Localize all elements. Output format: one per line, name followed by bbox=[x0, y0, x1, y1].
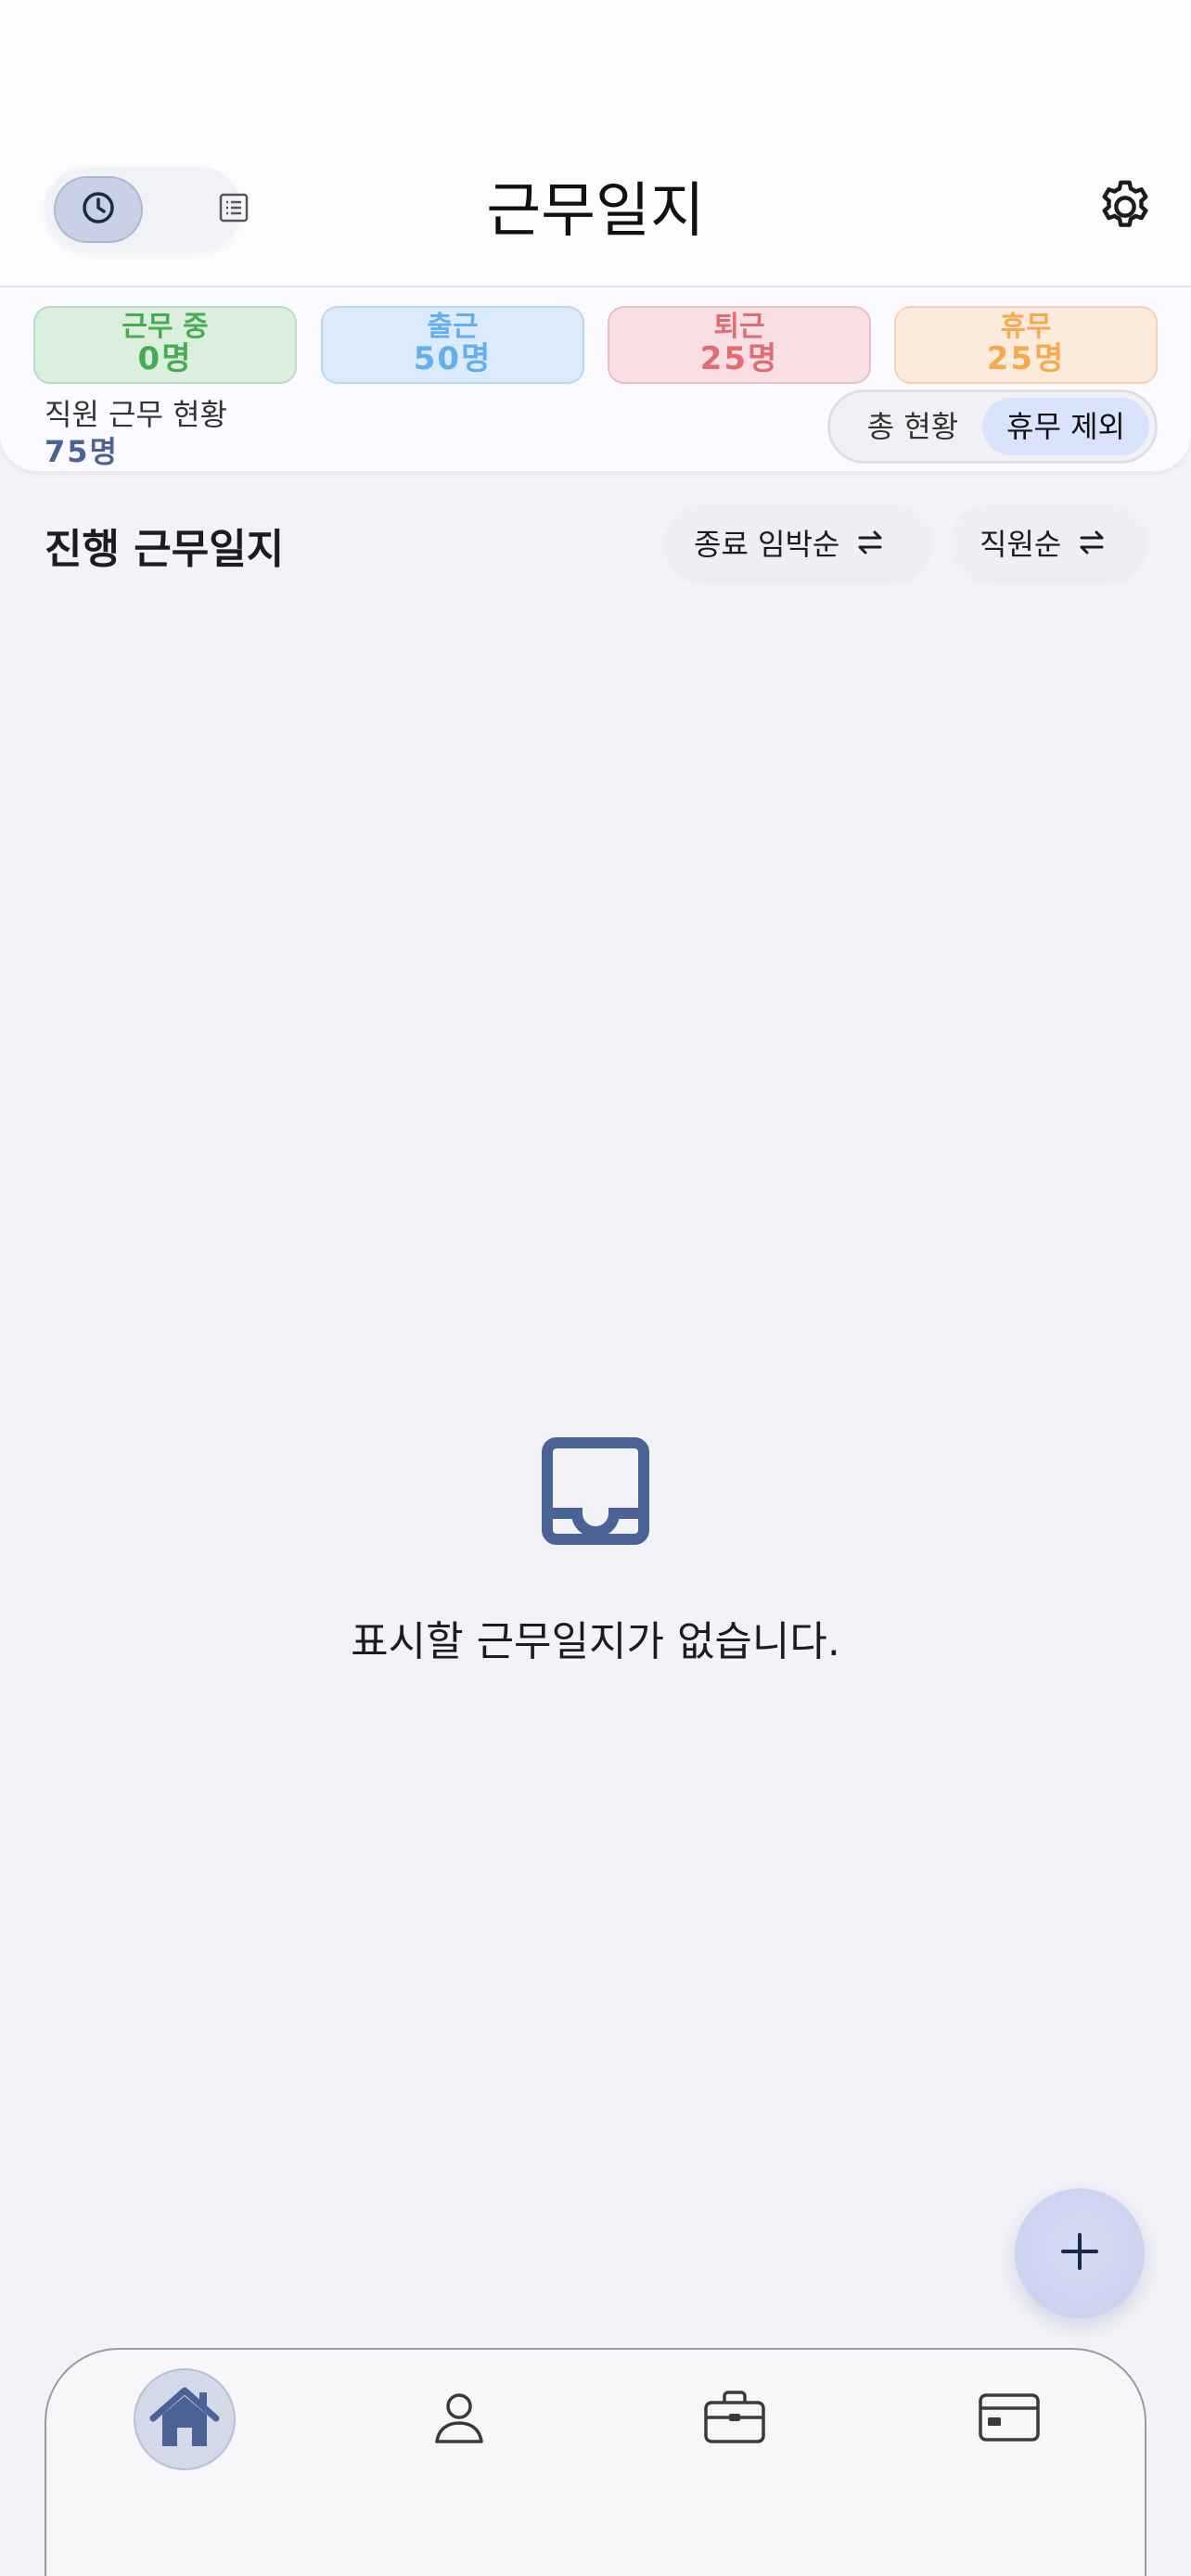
status-working-badge[interactable]: 근무 중 0명 bbox=[33, 306, 297, 384]
tab-profile[interactable] bbox=[408, 2368, 510, 2470]
status-label: 출근 bbox=[427, 311, 479, 343]
page-title: 근무일지 bbox=[486, 177, 705, 246]
status-panel: 근무 중 0명 출근 50명 퇴근 25명 휴무 25명 직원 근무 현황 75… bbox=[0, 286, 1191, 471]
add-worklog-button[interactable] bbox=[1015, 2188, 1145, 2318]
segment-exclude-day-off[interactable]: 휴무 제외 bbox=[982, 398, 1149, 455]
sort-by-staff-button[interactable]: 직원순 bbox=[952, 504, 1146, 580]
swap-arrows-icon bbox=[854, 529, 886, 556]
card-icon bbox=[977, 2391, 1042, 2447]
status-clock-out-badge[interactable]: 퇴근 25명 bbox=[608, 306, 871, 384]
person-icon bbox=[429, 2388, 489, 2451]
tab-work[interactable] bbox=[684, 2368, 786, 2470]
sort-label: 직원순 bbox=[980, 527, 1062, 562]
empty-state-message: 표시할 근무일지가 없습니다. bbox=[351, 1618, 840, 1665]
status-count: 50명 bbox=[413, 340, 493, 377]
tab-payment[interactable] bbox=[958, 2368, 1060, 2470]
swap-arrows-icon bbox=[1076, 529, 1108, 556]
staff-status-count: 75명 bbox=[45, 434, 119, 469]
bottom-tab-bar bbox=[45, 2348, 1146, 2576]
sort-by-end-time-button[interactable]: 종료 임박순 bbox=[666, 504, 931, 580]
status-count: 0명 bbox=[137, 340, 193, 377]
sort-label: 종료 임박순 bbox=[694, 527, 840, 562]
status-count: 25명 bbox=[699, 340, 779, 377]
status-filter-segment: 총 현황 휴무 제외 bbox=[827, 389, 1158, 464]
settings-button[interactable] bbox=[1093, 176, 1158, 241]
status-count: 25명 bbox=[986, 340, 1066, 377]
briefcase-icon bbox=[702, 2388, 767, 2451]
status-label: 퇴근 bbox=[713, 311, 765, 343]
status-label: 휴무 bbox=[1000, 311, 1052, 343]
header: 근무일지 bbox=[0, 0, 1191, 286]
inbox-icon bbox=[540, 1435, 651, 1547]
home-icon bbox=[149, 2385, 220, 2454]
status-label: 근무 중 bbox=[122, 311, 209, 343]
segment-total-status[interactable]: 총 현황 bbox=[843, 398, 982, 455]
app-screen: 근무일지 근무 중 0명 출근 50명 퇴근 25명 휴무 25명 직원 근무 … bbox=[0, 0, 1191, 2576]
section-title: 진행 근무일지 bbox=[45, 526, 285, 573]
status-day-off-badge[interactable]: 휴무 25명 bbox=[894, 306, 1158, 384]
plus-icon bbox=[1059, 2231, 1100, 2276]
tab-home[interactable] bbox=[134, 2368, 236, 2470]
gear-icon bbox=[1095, 176, 1156, 241]
status-clock-in-badge[interactable]: 출근 50명 bbox=[321, 306, 584, 384]
